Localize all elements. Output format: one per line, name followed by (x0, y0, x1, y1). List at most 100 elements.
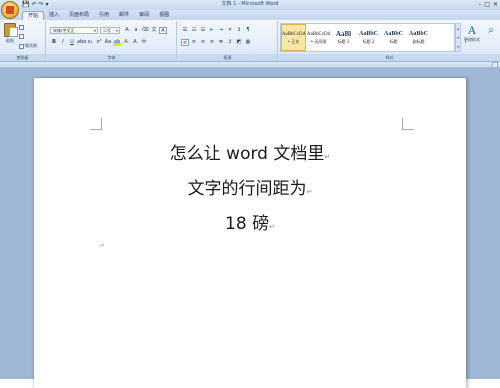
ribbon-tabs: 开始 插入 页面布局 引用 邮件 审阅 视图 (0, 10, 500, 20)
office-button[interactable] (1, 1, 19, 19)
paragraph-group-label: 段落 (178, 54, 277, 61)
text-line-3[interactable]: 18 磅↵ (34, 209, 466, 234)
paragraph-align-buttons: ≡ ≡ ≡ ≡ ≣ ↕ ◩ ▦ (181, 39, 252, 46)
align-right-icon[interactable]: ≡ (199, 39, 207, 46)
grow-font-icon[interactable]: A (123, 27, 131, 34)
copy-button[interactable] (19, 34, 24, 39)
char-border-icon[interactable]: A (159, 27, 167, 34)
clear-format-icon[interactable]: ⌫ (141, 27, 149, 34)
style-normal[interactable]: AaBbCcDd • 正文 (281, 24, 306, 51)
paste-label: 粘贴 (6, 38, 14, 43)
style-name: 标题 1 (337, 39, 350, 44)
tab-mailings[interactable]: 邮件 (114, 11, 134, 20)
style-name: 副标题 (412, 39, 425, 44)
tab-insert[interactable]: 插入 (44, 11, 64, 20)
document-area: 怎么让 word 文档里↵ 文字的行间距为↵ 18 磅↵ ↵ (0, 68, 500, 388)
increase-indent-icon[interactable]: ⇥ (217, 27, 225, 34)
font-size-buttons: A a ⌫ 文 A (123, 27, 167, 34)
align-left-icon[interactable]: ≡ (181, 39, 189, 46)
format-painter-label: 格式刷 (25, 43, 37, 48)
superscript-icon[interactable]: x² (95, 39, 103, 46)
change-styles-label: 更改样式 (464, 37, 480, 42)
justify-icon[interactable]: ≡ (208, 39, 216, 46)
margin-corner-top-right (402, 118, 414, 130)
subscript-icon[interactable]: x₂ (86, 39, 94, 46)
strikethrough-icon[interactable]: abe (77, 39, 86, 46)
bold-icon[interactable]: B (50, 39, 58, 46)
numbering-icon[interactable]: ☷ (190, 27, 198, 34)
format-painter-button[interactable]: 格式刷 (19, 43, 37, 49)
borders-icon[interactable]: ▦ (244, 39, 252, 46)
change-styles-button[interactable]: A 更改样式 (462, 23, 482, 43)
tab-review[interactable]: 审阅 (134, 11, 154, 20)
chevron-up-icon[interactable]: ▴ (456, 24, 460, 33)
title-bar: 💾 ↶ ↷ ▾ 文档 1 - Microsoft Word – □ ✕ (0, 0, 500, 19)
style-name: 标题 (389, 39, 398, 44)
font-name-select[interactable]: 宋体(中文正 (50, 27, 98, 34)
shrink-font-icon[interactable]: a (132, 27, 140, 34)
tab-view[interactable]: 视图 (154, 11, 174, 20)
text-line-content: 怎么让 word 文档里 (169, 144, 325, 164)
style-sample: AaBbCcDd (306, 32, 331, 37)
highlight-icon[interactable]: ab (113, 39, 121, 46)
style-heading-2[interactable]: AaBbC 标题 2 (356, 24, 381, 51)
brush-icon (19, 43, 24, 49)
paragraph-mark-icon: ↵ (324, 153, 331, 161)
distributed-icon[interactable]: ≣ (217, 39, 225, 46)
font-group: 宋体(中文正 二号 A a ⌫ 文 A B I U abe x₂ x² Aa a… (47, 21, 177, 61)
font-group-label: 字体 (47, 54, 176, 61)
margin-corner-top-left (90, 118, 102, 130)
underline-icon[interactable]: U (68, 39, 76, 46)
line-spacing-icon[interactable]: ↕ (226, 39, 234, 46)
style-title[interactable]: AaBbC 标题 (381, 24, 406, 51)
document-page[interactable]: 怎么让 word 文档里↵ 文字的行间距为↵ 18 磅↵ ↵ (34, 78, 466, 388)
tab-home[interactable]: 开始 (22, 11, 45, 20)
clipboard-group-label: 剪贴板 (0, 54, 45, 61)
font-color-icon[interactable]: A (122, 39, 130, 46)
styles-group-label: 样式 (279, 54, 500, 61)
chevron-down-icon[interactable]: ▾ (456, 33, 460, 42)
style-no-spacing[interactable]: AaBbCcDd • 无间隔 (306, 24, 331, 51)
enclose-char-icon[interactable]: ㊥ (140, 39, 148, 46)
style-sample: AaBl (335, 30, 352, 38)
style-name: 标题 2 (362, 39, 375, 44)
decrease-indent-icon[interactable]: ⇤ (208, 27, 216, 34)
char-shading-icon[interactable]: A (131, 39, 139, 46)
editing-button[interactable]: ⌕ (483, 25, 499, 37)
chinese-layout-icon[interactable]: ✕ (226, 27, 234, 34)
multilevel-list-icon[interactable]: ☱ (199, 27, 207, 34)
window-controls: – □ ✕ (478, 1, 498, 8)
paragraph-list-buttons: ☰ ☷ ☱ ⇤ ⇥ ✕ ↕ ¶ (181, 27, 252, 34)
text-line-1[interactable]: 怎么让 word 文档里↵ (34, 139, 466, 164)
sort-icon[interactable]: ↕ (235, 27, 243, 34)
paragraph-group: ☰ ☷ ☱ ⇤ ⇥ ✕ ↕ ¶ ≡ ≡ ≡ ≡ ≣ ↕ ◩ ▦ 段落 (178, 21, 278, 61)
gallery-scroll[interactable]: ▴ ▾ ≡ (455, 23, 461, 52)
align-center-icon[interactable]: ≡ (190, 39, 198, 46)
shading-icon[interactable]: ◩ (235, 39, 243, 46)
gallery-more-icon[interactable]: ≡ (456, 42, 460, 51)
phonetic-icon[interactable]: 文 (150, 27, 158, 34)
style-heading-1[interactable]: AaBl 标题 1 (331, 24, 356, 51)
paste-button[interactable]: 粘贴 (3, 23, 18, 44)
minimize-button[interactable]: – (478, 1, 481, 8)
tab-page-layout[interactable]: 页面布局 (64, 11, 94, 20)
empty-paragraph-mark-icon: ↵ (100, 242, 106, 249)
maximize-button[interactable]: □ (484, 1, 490, 8)
change-case-icon[interactable]: Aa (104, 39, 112, 46)
clipboard-icon (4, 23, 18, 37)
binoculars-icon: ⌕ (488, 25, 494, 36)
text-line-2[interactable]: 文字的行间距为↵ (34, 174, 466, 199)
tab-references[interactable]: 引用 (94, 11, 114, 20)
font-size-select[interactable]: 二号 (100, 27, 120, 34)
cut-button[interactable] (19, 25, 24, 30)
bullets-icon[interactable]: ☰ (181, 27, 189, 34)
font-format-buttons: B I U abe x₂ x² Aa ab A A ㊥ (50, 39, 148, 46)
text-line-content: 18 磅 (225, 214, 270, 234)
close-button[interactable]: ✕ (493, 1, 498, 8)
ribbon: 粘贴 格式刷 剪贴板 宋体(中文正 二号 A a ⌫ 文 A B I U abe… (0, 20, 500, 62)
style-name: • 正文 (287, 39, 300, 44)
show-marks-icon[interactable]: ¶ (244, 27, 252, 34)
italic-icon[interactable]: I (59, 39, 67, 46)
style-sample: AaBbCcDd (281, 32, 306, 37)
style-subtitle[interactable]: AaBbC 副标题 (406, 24, 431, 51)
